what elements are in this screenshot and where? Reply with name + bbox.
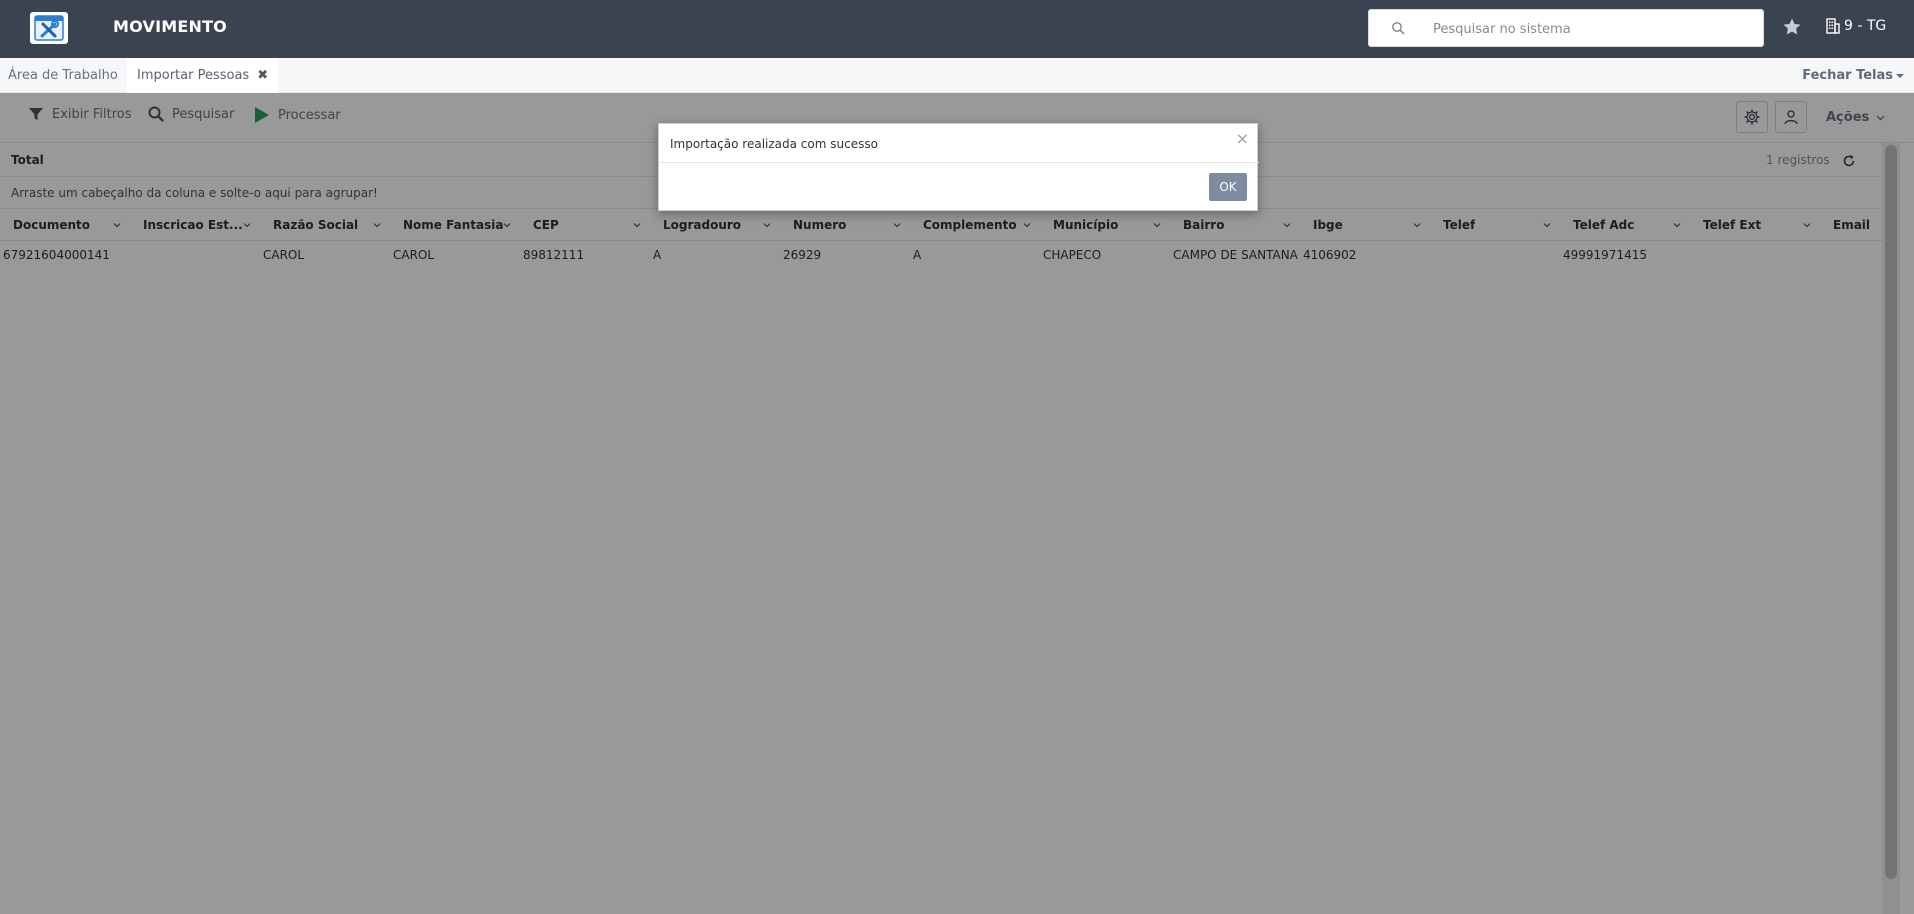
close-icon[interactable]: × (1236, 129, 1249, 148)
close-all-tabs-button[interactable]: Fechar Telas (1802, 58, 1904, 93)
company-selector[interactable]: 9 - TG (1826, 18, 1886, 34)
tab-bar: Área de Trabalho Importar Pessoas ✖ Fech… (0, 58, 1914, 93)
ok-button[interactable]: OK (1209, 173, 1247, 201)
dialog-divider (659, 162, 1259, 163)
modal-backdrop[interactable] (0, 93, 1914, 914)
company-label: 9 - TG (1844, 18, 1887, 34)
tab-area-de-trabalho[interactable]: Área de Trabalho (8, 58, 118, 93)
building-icon (1826, 18, 1840, 34)
caret-down-icon (1896, 73, 1904, 78)
top-bar: MOVIMENTO 9 - TG (0, 0, 1914, 58)
tools-icon (34, 15, 64, 41)
success-dialog: Importação realizada com sucesso × OK (658, 123, 1259, 211)
app-title: MOVIMENTO (113, 17, 227, 36)
tab-label: Área de Trabalho (8, 68, 118, 83)
tab-label: Importar Pessoas (137, 68, 250, 83)
star-icon[interactable] (1782, 17, 1802, 37)
close-tab-icon[interactable]: ✖ (257, 68, 268, 83)
search-icon (1392, 22, 1405, 35)
dialog-message: Importação realizada com sucesso (670, 137, 878, 151)
global-search[interactable] (1368, 9, 1764, 47)
close-all-label: Fechar Telas (1802, 68, 1893, 83)
app-logo[interactable] (30, 12, 68, 44)
search-input[interactable] (1433, 19, 1753, 39)
tab-importar-pessoas[interactable]: Importar Pessoas ✖ (127, 58, 279, 93)
